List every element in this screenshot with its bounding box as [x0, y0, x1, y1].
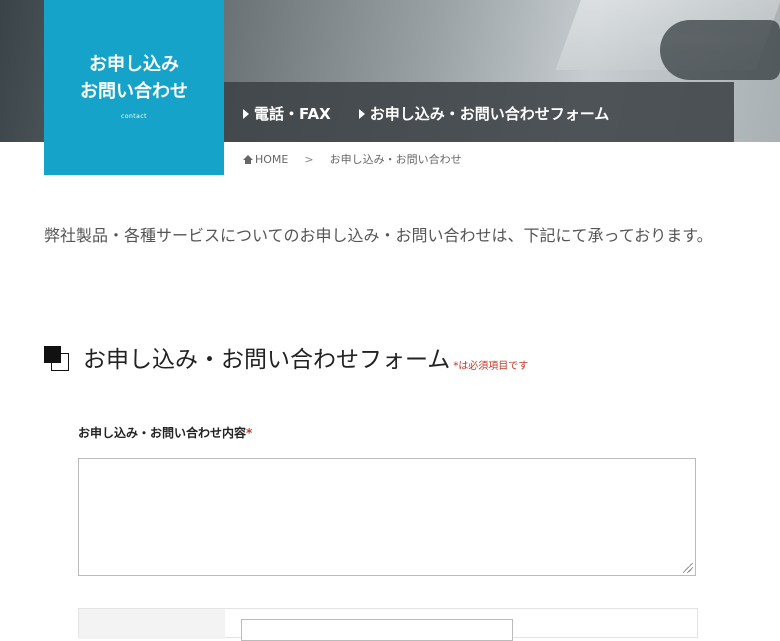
required-mark: * [246, 426, 253, 440]
form-row-input[interactable] [241, 619, 513, 641]
caret-right-icon [243, 108, 249, 119]
heading-square-icon [44, 346, 69, 371]
form-heading-text: お申し込み・お問い合わせフォーム [83, 347, 451, 373]
inquiry-label-text: お申し込み・お問い合わせ内容 [78, 426, 247, 440]
breadcrumb-home-label: HOME [255, 152, 289, 166]
breadcrumb: HOME > お申し込み・お問い合わせ [243, 151, 462, 167]
breadcrumb-current: お申し込み・お問い合わせ [329, 153, 462, 166]
intro-text: 弊社製品・各種サービスについてのお申し込み・お問い合わせは、下記にて承っておりま… [44, 226, 713, 245]
resize-handle-icon[interactable] [683, 563, 693, 573]
page-title-line1: お申し込み [89, 54, 179, 75]
form-row [78, 608, 698, 641]
page-subtitle: contact [121, 113, 147, 120]
nav-item-phone-fax[interactable]: 電話・FAX [243, 103, 331, 124]
nav-item-label: お申し込み・お問い合わせフォーム [369, 105, 610, 123]
breadcrumb-home[interactable]: HOME [243, 153, 288, 166]
form-heading: お申し込み・お問い合わせフォーム *は必須項目です [44, 340, 528, 374]
page-title-box: お申し込み お問い合わせ contact [44, 0, 224, 175]
required-note: *は必須項目です [453, 361, 529, 372]
section-nav: 電話・FAX お申し込み・お問い合わせフォーム [243, 103, 609, 124]
chevron-right-icon: > [304, 152, 314, 166]
page-title: お申し込み お問い合わせ [44, 51, 224, 105]
home-icon [243, 154, 253, 164]
inquiry-label: お申し込み・お問い合わせ内容* [78, 424, 252, 441]
caret-right-icon [358, 108, 365, 119]
hand-photo [660, 20, 780, 80]
inquiry-textarea[interactable] [78, 458, 696, 576]
form-row-label-cell [79, 609, 225, 639]
nav-item-label: 電話・FAX [254, 105, 331, 123]
nav-item-form[interactable]: お申し込み・お問い合わせフォーム [358, 103, 610, 124]
page-title-line2: お問い合わせ [80, 81, 188, 102]
